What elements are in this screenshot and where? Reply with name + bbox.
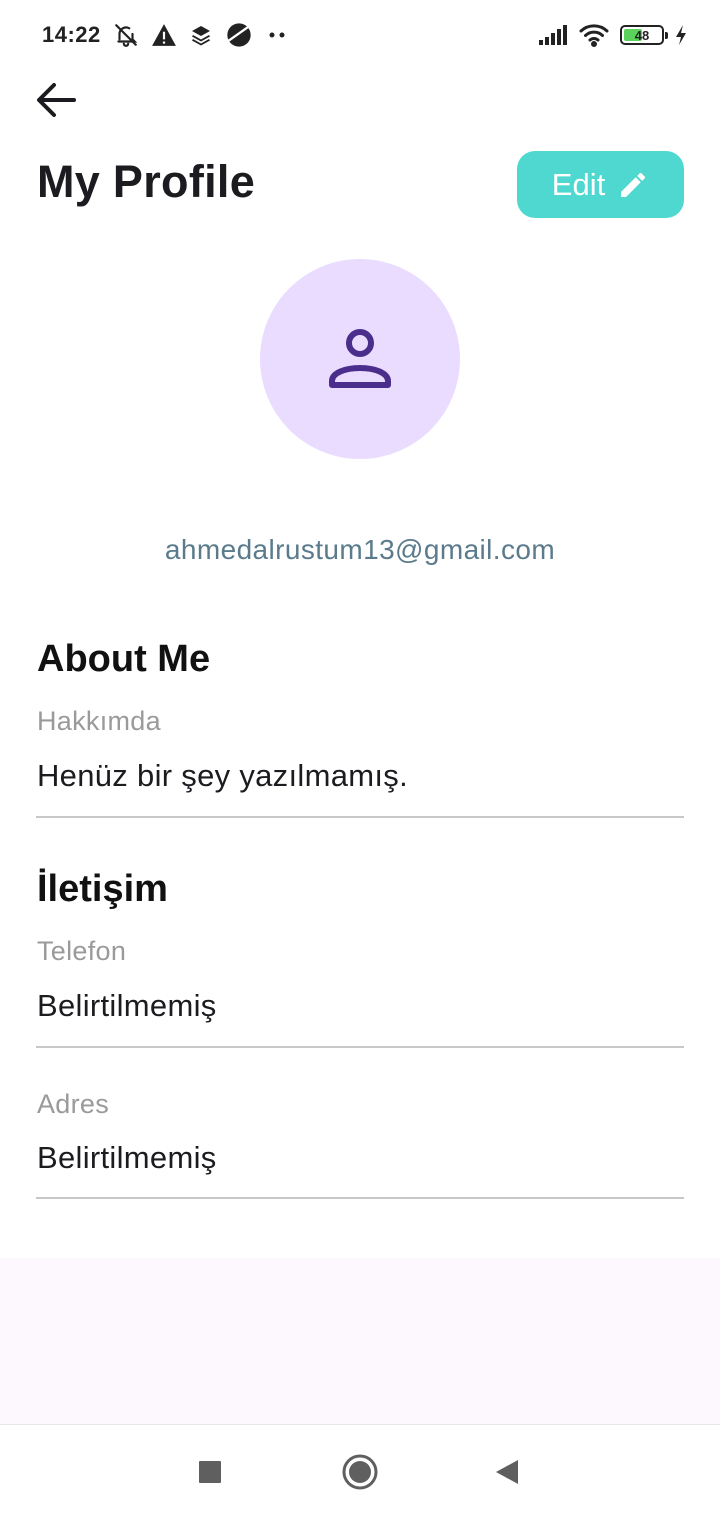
- edit-button-label: Edit: [551, 166, 606, 202]
- more-dots-icon: [265, 30, 289, 40]
- avatar: [260, 259, 460, 459]
- divider: [36, 1046, 684, 1048]
- nav-back-button[interactable]: [482, 1447, 532, 1497]
- contact-section-title: İletişim: [37, 868, 168, 910]
- home-button[interactable]: [335, 1447, 385, 1497]
- user-email: ahmedalrustum13@gmail.com: [164, 534, 556, 565]
- system-nav-bar: [0, 1424, 720, 1520]
- warning-icon: [151, 23, 177, 47]
- circle-icon: [342, 1454, 378, 1490]
- status-bar: 14:22 48: [0, 0, 720, 70]
- about-label: Hakkımda: [37, 706, 161, 736]
- status-time: 14:22: [42, 22, 101, 47]
- person-icon: [329, 329, 391, 388]
- wifi-icon: [578, 22, 610, 48]
- status-right: 48: [538, 22, 688, 48]
- profile-screen: 14:22 48 My Profile Edit ahmedalrustum13…: [0, 0, 720, 1520]
- divider: [36, 816, 684, 818]
- planet-icon: [225, 21, 253, 49]
- address-value: Belirtilmemiş: [37, 1140, 217, 1175]
- pencil-icon: [621, 172, 646, 197]
- divider: [36, 1197, 684, 1199]
- edit-button[interactable]: Edit: [517, 151, 684, 218]
- arrow-back-icon: [37, 83, 76, 117]
- layers-icon: [189, 23, 213, 47]
- about-section-title: About Me: [37, 638, 211, 680]
- address-label: Adres: [37, 1089, 110, 1119]
- recents-button[interactable]: [185, 1447, 235, 1497]
- battery-icon: 48: [620, 25, 668, 45]
- about-value: Henüz bir şey yazılmamış.: [37, 758, 408, 793]
- signal-icon: [538, 24, 568, 46]
- battery-level: 48: [634, 27, 650, 43]
- battery-cap: [665, 32, 668, 39]
- bell-off-icon: [113, 22, 139, 48]
- phone-value: Belirtilmemiş: [37, 988, 217, 1023]
- back-button[interactable]: [28, 72, 84, 128]
- status-left: 14:22: [42, 21, 289, 49]
- bottom-panel: [0, 1258, 720, 1424]
- square-icon: [199, 1461, 221, 1483]
- charging-icon: [674, 24, 688, 46]
- phone-label: Telefon: [37, 936, 127, 966]
- triangle-back-icon: [496, 1460, 518, 1484]
- page-title: My Profile: [37, 156, 256, 207]
